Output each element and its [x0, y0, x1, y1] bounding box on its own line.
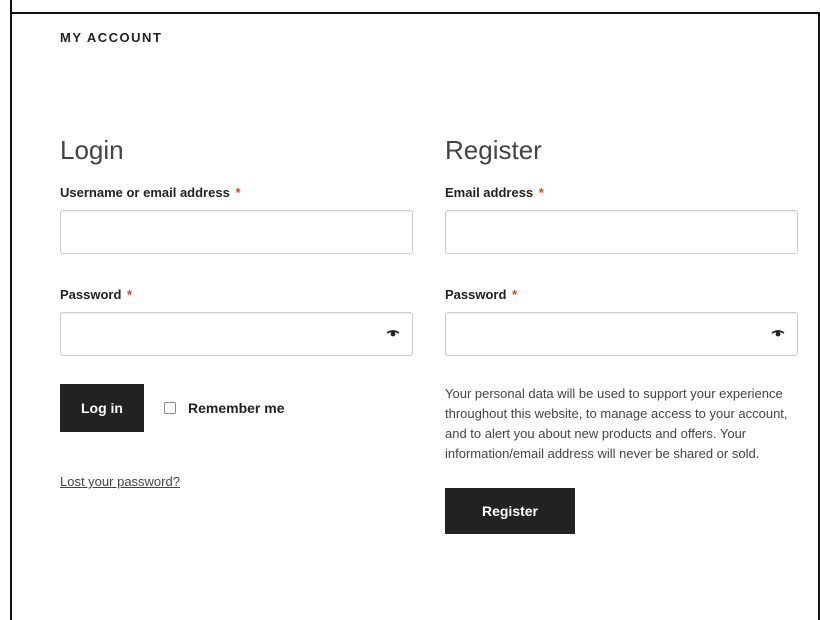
register-password-input[interactable]	[446, 313, 797, 355]
login-heading: Login	[60, 135, 124, 165]
register-button[interactable]: Register	[445, 488, 575, 534]
privacy-policy-text: Your personal data will be used to suppo…	[445, 386, 788, 461]
register-password-label: Password *	[445, 287, 800, 302]
remember-me-label: Remember me	[188, 400, 285, 416]
page-title: MY ACCOUNT	[60, 30, 163, 45]
login-form: Login Username or email address * Passwo…	[60, 135, 415, 491]
required-asterisk: *	[235, 185, 241, 200]
eye-icon[interactable]	[386, 328, 400, 340]
window-frame-top	[10, 12, 820, 14]
required-asterisk: *	[127, 287, 133, 302]
username-label-text: Username or email address	[60, 185, 230, 200]
email-field-wrapper	[445, 210, 798, 254]
register-heading: Register	[445, 135, 542, 165]
window-frame-left	[10, 0, 12, 620]
email-label: Email address *	[445, 185, 800, 200]
username-label: Username or email address *	[60, 185, 415, 200]
register-form: Register Email address * Password * Your…	[445, 135, 800, 534]
required-asterisk: *	[538, 185, 544, 200]
register-password-label-text: Password	[445, 287, 507, 302]
required-asterisk: *	[512, 287, 518, 302]
email-input[interactable]	[446, 211, 797, 253]
remember-me-checkbox[interactable]	[164, 402, 176, 414]
login-password-field-wrapper	[60, 312, 413, 356]
register-password-field-wrapper	[445, 312, 798, 356]
eye-icon[interactable]	[771, 328, 785, 340]
username-input[interactable]	[61, 211, 412, 253]
remember-me[interactable]: Remember me	[164, 400, 285, 416]
login-password-input[interactable]	[61, 313, 412, 355]
login-password-label-text: Password	[60, 287, 122, 302]
email-label-text: Email address	[445, 185, 534, 200]
username-field-wrapper	[60, 210, 413, 254]
lost-password-link[interactable]: Lost your password?	[60, 474, 180, 489]
login-actions: Log in Remember me	[60, 384, 415, 432]
login-button[interactable]: Log in	[60, 384, 144, 432]
login-password-label: Password *	[60, 287, 415, 302]
